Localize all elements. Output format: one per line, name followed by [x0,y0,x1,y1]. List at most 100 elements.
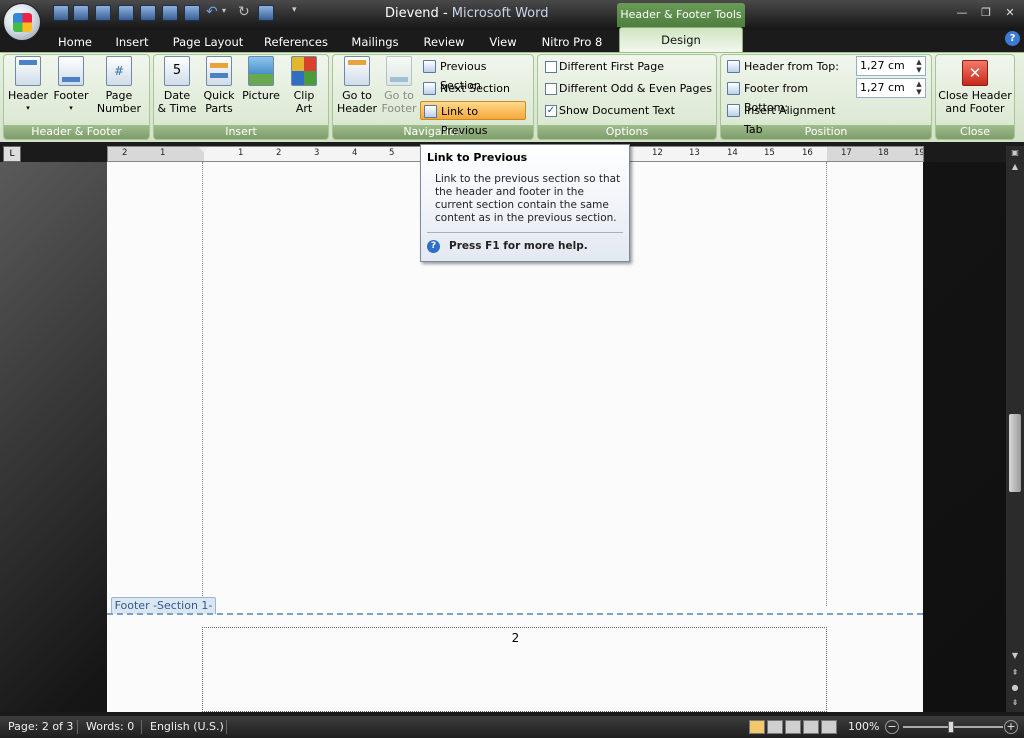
link-to-previous-button[interactable]: Link to Previous [420,101,526,137]
page-number-button[interactable]: # Page Number [93,56,145,120]
print-preview-icon[interactable] [118,5,134,21]
show-document-text-option[interactable]: ✓ Show Document Text [539,101,714,120]
proofing-icon[interactable] [184,5,200,21]
footer-section-tag: Footer -Section 1- [111,597,216,614]
ruler-tick: 4 [352,148,358,158]
clip-art-label-2: Art [295,102,313,115]
tab-insert[interactable]: Insert [108,33,156,51]
tooltip-help-text: Press F1 for more help. [449,240,588,252]
tab-home[interactable]: Home [50,33,100,51]
tab-page-layout[interactable]: Page Layout [168,33,248,51]
close-header-footer-button[interactable]: ✕ Close Header and Footer [937,56,1013,120]
picture-button[interactable]: Picture [240,56,282,120]
footer-page-number[interactable]: 2 [203,631,828,645]
quick-parts-label-1: Quick [203,89,235,102]
ruler-tick: 5 [389,148,395,158]
header-from-top-label-row: Header from Top: [724,57,854,76]
edit-icon[interactable] [258,5,274,21]
ruler-tick: 15 [764,148,775,158]
ruler-tick: 1 [238,148,244,158]
web-layout-view-icon[interactable] [785,720,801,734]
outline-view-icon[interactable] [803,720,819,734]
header-button[interactable]: Header ▾ [6,56,50,120]
redo-icon[interactable]: ↻ [238,4,250,20]
footer-from-bottom-spinner[interactable]: 1,27 cm ▲ ▼ [856,78,926,98]
tab-selector-button[interactable]: L [3,146,21,162]
ruler-toggle-icon[interactable]: ▣ [1009,148,1021,160]
different-odd-even-option[interactable]: Different Odd & Even Pages [539,79,714,98]
tab-review[interactable]: Review [416,33,472,51]
date-time-button[interactable]: 5 Date & Time [157,56,197,120]
help-icon: ? [427,240,440,253]
go-to-header-label-2: Header [336,102,378,115]
ruler-tick: 2 [276,148,282,158]
undo-icon[interactable]: ↶ [206,4,218,20]
zoom-out-icon[interactable]: − [885,720,899,734]
full-screen-reading-view-icon[interactable] [767,720,783,734]
print-layout-view-icon[interactable] [749,720,765,734]
browse-object-icon[interactable]: ● [1009,683,1021,695]
maximize-button[interactable]: ❐ [976,5,996,21]
next-section-button[interactable]: Next Section [420,79,528,98]
insert-alignment-tab-button[interactable]: Insert Alignment Tab [724,101,854,136]
spelling-icon[interactable] [162,5,178,21]
customize-toolbar-icon[interactable]: ▾ [292,5,297,15]
go-to-footer-button[interactable]: Go to Footer [378,56,420,120]
undo-dropdown-icon[interactable]: ▾ [222,6,226,15]
go-to-header-label-1: Go to [342,89,372,102]
vertical-scrollbar[interactable]: ▣ ▲ ▼ ⇞ ● ⇟ [1006,146,1024,712]
header-from-top-spinner[interactable]: 1,27 cm ▲ ▼ [856,56,926,76]
page-number-icon: # [106,56,132,86]
draft-view-icon[interactable] [821,720,837,734]
header-from-top-value: 1,27 cm [860,59,905,72]
scroll-thumb[interactable] [1009,414,1021,492]
save-icon[interactable] [95,5,111,21]
open-icon[interactable] [73,5,89,21]
previous-section-icon [423,60,436,73]
show-document-text-checkbox[interactable]: ✓ [545,105,557,117]
tab-nitro-pro[interactable]: Nitro Pro 8 [534,33,610,51]
previous-page-icon[interactable]: ⇞ [1009,668,1021,680]
quick-parts-button[interactable]: Quick Parts [199,56,239,120]
previous-section-button[interactable]: Previous Section [420,57,528,92]
new-document-icon[interactable] [53,5,69,21]
indent-marker-icon[interactable] [199,147,209,153]
help-icon[interactable]: ? [1005,31,1020,46]
spinner-arrows-icon[interactable]: ▲ ▼ [914,80,924,96]
page-number-label: Page Number [96,89,142,115]
zoom-slider-thumb[interactable] [948,721,954,733]
clip-art-button[interactable]: Clip Art [284,56,324,120]
close-red-x-icon: ✕ [962,60,988,86]
footer-area[interactable]: 2 [202,627,827,712]
tab-references[interactable]: References [258,33,334,51]
different-first-page-checkbox[interactable] [545,61,557,73]
zoom-in-icon[interactable]: + [1004,720,1018,734]
print-icon[interactable] [140,5,156,21]
link-to-previous-tooltip: Link to Previous Link to the previous se… [420,144,630,262]
go-to-header-button[interactable]: Go to Header [336,56,378,120]
language-status[interactable]: English (U.S.) [150,716,224,738]
next-page-icon[interactable]: ⇟ [1009,698,1021,710]
tooltip-divider [427,232,623,233]
different-first-page-option[interactable]: Different First Page [539,57,714,76]
spinner-arrows-icon[interactable]: ▲ ▼ [914,58,924,74]
word-count-status[interactable]: Words: 0 [86,716,134,738]
tab-design[interactable]: Design [619,27,743,53]
scroll-down-icon[interactable]: ▼ [1009,651,1021,663]
footer-button[interactable]: Footer ▾ [50,56,92,120]
zoom-level[interactable]: 100% [848,716,879,738]
page-count-status[interactable]: Page: 2 of 3 [8,716,73,738]
close-label-2: and Footer [945,102,1005,115]
ruler-tick: 14 [727,148,738,158]
dropdown-arrow-icon: ▾ [69,104,73,112]
footer-icon [58,56,84,86]
scroll-up-icon[interactable]: ▲ [1009,162,1021,174]
status-divider [141,720,142,734]
office-button[interactable] [3,3,41,41]
minimize-button[interactable]: — [952,5,972,21]
tab-view[interactable]: View [482,33,524,51]
tab-mailings[interactable]: Mailings [344,33,406,51]
close-window-button[interactable]: ✕ [1000,5,1020,21]
left-margin-guide [202,162,203,606]
different-odd-even-checkbox[interactable] [545,83,557,95]
